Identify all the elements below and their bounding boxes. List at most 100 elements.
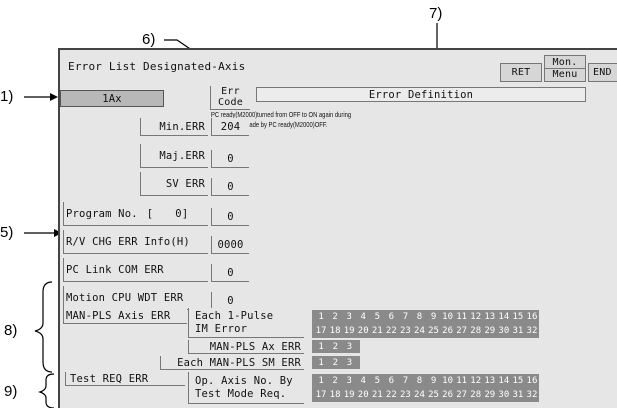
man-pls-axis-cell-17: 17 [315,326,327,336]
error-list-screen: Error List Designated-Axis RET Mon. Menu… [58,48,617,408]
window-title: Error List Designated-Axis [68,60,246,73]
err-code-header: Err Code [210,86,250,110]
sv-err-value: 0 [211,178,249,196]
man-pls-axis-cell-7: 7 [402,312,409,322]
man-pls-axis-cell-27: 27 [456,326,468,336]
test-axis-cell-18: 18 [329,390,341,400]
axis-select-button[interactable]: 1Ax [60,90,164,107]
test-axis-cell-14: 14 [498,376,510,386]
test-axis-cell-10: 10 [442,376,454,386]
callout-7: 7) [429,5,443,22]
test-axis-cell-9: 9 [430,376,437,386]
sv-err-label[interactable]: SV ERR [140,172,208,196]
test-axis-cell-30: 30 [498,390,510,400]
man-pls-axis-cell-3: 3 [346,312,352,322]
man-pls-axis-cell-2: 2 [332,312,338,322]
mon-menu-button[interactable]: Mon. Menu [544,55,586,82]
rv-chg-err-label[interactable]: R/V CHG ERR Info(H) [63,230,208,254]
test-axis-cell-19: 19 [343,390,355,400]
test-axis-cell-32: 32 [526,390,538,400]
error-definition-header: Error Definition [256,87,586,102]
end-button[interactable]: END [588,63,617,82]
test-axis-cell-1: 1 [318,376,324,386]
man-pls-axis-cell-4: 4 [360,312,366,322]
pc-link-com-err-value: 0 [211,264,249,282]
man-pls-axis-cell-20: 20 [357,326,369,336]
test-axis-cell-2: 2 [332,376,338,386]
op-axis-no-by-test-mode-label[interactable]: Op. Axis No. By Test Mode Req. [188,372,304,404]
man-pls-axis-cell-30: 30 [498,326,510,336]
each-1-pulse-im-error-label[interactable]: Each 1-Pulse IM Error [188,308,304,338]
man-pls-sm-err-grid-row: 123 [314,358,360,368]
test-axis-cell-25: 25 [428,390,439,400]
test-grid-row1: 1 2 3 4 5 6 7 8 9 10 11 12 13 14 15 16 [314,376,539,386]
each-1-pulse-line1: Each 1-Pulse [195,309,274,322]
man-pls-axis-cell-12: 12 [470,312,482,322]
test-grid-row2: 17 18 19 20 21 22 23 24 25 26 27 28 29 30 31 32 [314,390,539,400]
man-pls-axis-cell-32: 32 [526,326,538,336]
test-axis-cell-26: 26 [442,390,454,400]
test-axis-cell-15: 15 [512,376,524,386]
man-pls-grid-row1: 1 2 3 4 5 6 7 8 9 10 11 12 13 14 15 16 [314,312,539,322]
maj-err-value: 0 [211,150,249,168]
man-pls-axis-cell-19: 19 [343,326,355,336]
pc-link-com-err-label[interactable]: PC Link COM ERR [63,258,208,282]
test-req-err-label[interactable]: Test REQ ERR [65,372,185,386]
man-pls-ax-err-label[interactable]: MAN-PLS Ax ERR [188,340,304,354]
man-pls-axis-cell-22: 22 [385,326,397,336]
man-pls-axis-cell-10: 10 [442,312,454,322]
man-pls-ax-err-grid: 123 [312,340,360,353]
test-axis-cell-12: 12 [470,376,482,386]
test-axis-cell-13: 13 [484,376,496,386]
test-axis-cell-29: 29 [484,390,496,400]
man-pls-axis-cell-13: 13 [484,312,496,322]
program-no-bracket-open: [ [146,207,154,220]
test-axis-cell-11: 11 [456,376,468,386]
man-pls-axis-cell-24: 24 [414,326,425,336]
man-pls-ax-err-grid-row: 123 [314,342,360,352]
test-axis-cell-21: 21 [371,390,383,400]
test-axis-cell-3: 3 [346,376,352,386]
man-pls-axis-cell-28: 28 [470,326,482,336]
man-pls-axis-cell-14: 14 [498,312,510,322]
man-pls-axis-cell-15: 15 [512,312,524,322]
each-man-pls-sm-err-label[interactable]: Each MAN-PLS SM ERR [160,356,304,370]
man-pls-ax-err-cell-3: 3 [346,341,353,352]
man-pls-axis-cell-31: 31 [512,326,524,336]
test-axis-cell-22: 22 [385,390,397,400]
man-pls-axis-err-label[interactable]: MAN-PLS Axis ERR [63,308,187,324]
program-no-bracket-close: ] [181,207,189,220]
test-op-axis-grid: 1 2 3 4 5 6 7 8 9 10 11 12 13 14 15 16 17 18 19 20 21 22 23 24… [312,374,539,402]
man-pls-ax-err-cell-1: 1 [318,341,324,352]
motion-cpu-wdt-err-label[interactable]: Motion CPU WDT ERR [63,286,208,310]
maj-err-label[interactable]: Maj.ERR [140,144,208,168]
test-axis-cell-5: 5 [374,376,380,386]
man-pls-axis-cell-16: 16 [526,312,538,322]
man-pls-1-pulse-grid: 1 2 3 4 5 6 7 8 9 10 11 12 13 14 15 16 17 18 19 20 21 22 23 24… [312,310,539,338]
man-pls-axis-cell-25: 25 [428,326,439,336]
test-axis-cell-6: 6 [388,376,395,386]
callout-5: 5) [0,224,14,241]
mon-menu-label-line2: Menu [545,68,585,80]
test-axis-cell-27: 27 [456,390,468,400]
ret-button[interactable]: RET [500,63,542,82]
test-axis-cell-16: 16 [526,376,538,386]
man-pls-axis-cell-29: 29 [484,326,496,336]
op-axis-line1: Op. Axis No. By [195,374,293,387]
program-no-text: Program No. [66,207,138,220]
man-pls-axis-cell-26: 26 [442,326,454,336]
program-no-label[interactable]: Program No. [ 0 ] [63,202,208,226]
min-err-label[interactable]: Min.ERR [140,118,208,136]
man-pls-sm-err-cell-1: 1 [318,357,324,368]
mon-menu-label-line1: Mon. [552,57,578,68]
test-axis-cell-24: 24 [414,390,425,400]
man-pls-axis-cell-18: 18 [329,326,341,336]
test-axis-cell-7: 7 [402,376,409,386]
callout-6: 6) [142,31,156,48]
man-pls-axis-cell-23: 23 [399,326,411,336]
man-pls-axis-cell-6: 6 [388,312,395,322]
test-axis-cell-31: 31 [512,390,524,400]
err-code-header-line2: Code [218,97,243,108]
callout-9: 9) [4,383,18,400]
test-axis-cell-23: 23 [399,390,411,400]
